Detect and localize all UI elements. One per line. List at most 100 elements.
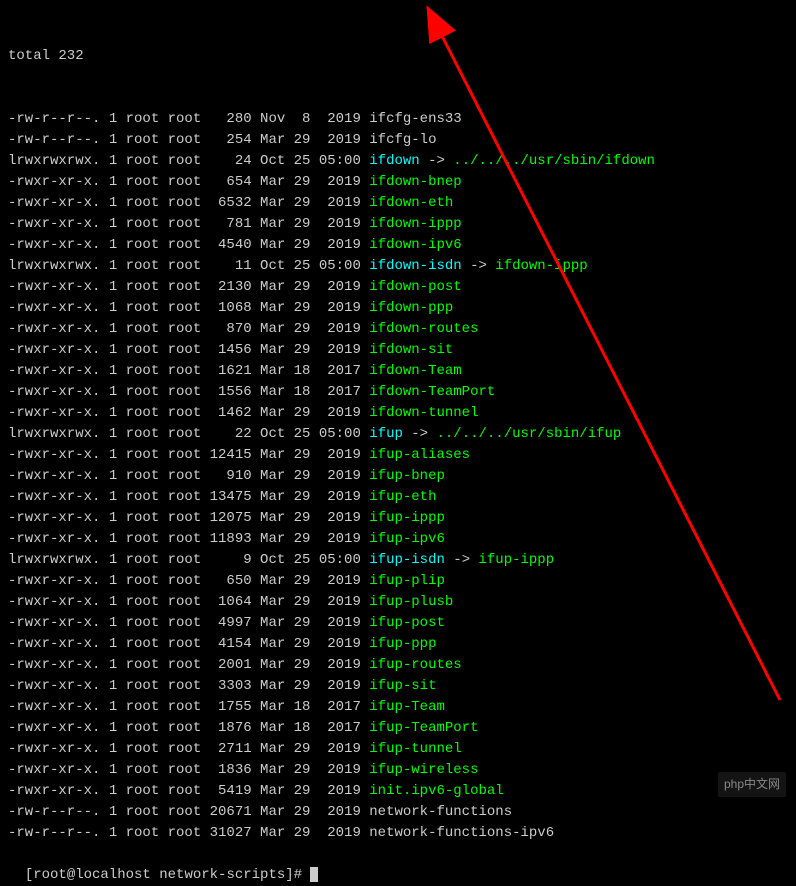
file-name: ifup-bnep [369,468,445,484]
file-meta: -rwxr-xr-x. 1 root root 1462 Mar 29 2019 [8,405,369,421]
file-row: -rwxr-xr-x. 1 root root 2711 Mar 29 2019… [8,739,788,760]
file-meta: -rwxr-xr-x. 1 root root 5419 Mar 29 2019 [8,783,369,799]
file-name: ifdown [369,153,419,169]
file-row: -rwxr-xr-x. 1 root root 1456 Mar 29 2019… [8,340,788,361]
file-row: -rwxr-xr-x. 1 root root 2130 Mar 29 2019… [8,277,788,298]
file-meta: -rw-r--r--. 1 root root 20671 Mar 29 201… [8,804,369,820]
file-row: -rw-r--r--. 1 root root 31027 Mar 29 201… [8,823,788,844]
file-row: -rwxr-xr-x. 1 root root 910 Mar 29 2019 … [8,466,788,487]
terminal-output[interactable]: total 232 -rw-r--r--. 1 root root 280 No… [8,4,788,886]
file-meta: -rwxr-xr-x. 1 root root 650 Mar 29 2019 [8,573,369,589]
file-row: -rwxr-xr-x. 1 root root 1755 Mar 18 2017… [8,697,788,718]
file-name: ifup-isdn [369,552,445,568]
symlink-arrow: -> [445,552,479,568]
file-meta: -rw-r--r--. 1 root root 254 Mar 29 2019 [8,132,369,148]
file-row: -rwxr-xr-x. 1 root root 1064 Mar 29 2019… [8,592,788,613]
file-meta: lrwxrwxrwx. 1 root root 22 Oct 25 05:00 [8,426,369,442]
file-name: ifup-ppp [369,636,436,652]
file-row: lrwxrwxrwx. 1 root root 24 Oct 25 05:00 … [8,151,788,172]
file-meta: -rw-r--r--. 1 root root 280 Nov 8 2019 [8,111,369,127]
file-name: ifdown-TeamPort [369,384,495,400]
file-name: ifdown-eth [369,195,453,211]
file-meta: -rwxr-xr-x. 1 root root 12415 Mar 29 201… [8,447,369,463]
file-row: -rwxr-xr-x. 1 root root 1556 Mar 18 2017… [8,382,788,403]
file-name: ifup-tunnel [369,741,461,757]
file-name: ifdown-ipv6 [369,237,461,253]
file-name: ifdown-routes [369,321,478,337]
symlink-target: ifup-ippp [479,552,555,568]
file-name: ifup-plusb [369,594,453,610]
file-name: ifup [369,426,403,442]
file-meta: -rwxr-xr-x. 1 root root 910 Mar 29 2019 [8,468,369,484]
watermark-label: php中文网 [718,772,786,797]
file-meta: lrwxrwxrwx. 1 root root 11 Oct 25 05:00 [8,258,369,274]
file-row: -rwxr-xr-x. 1 root root 4997 Mar 29 2019… [8,613,788,634]
file-row: -rwxr-xr-x. 1 root root 6532 Mar 29 2019… [8,193,788,214]
file-row: lrwxrwxrwx. 1 root root 11 Oct 25 05:00 … [8,256,788,277]
file-meta: -rwxr-xr-x. 1 root root 1556 Mar 18 2017 [8,384,369,400]
file-row: -rw-r--r--. 1 root root 254 Mar 29 2019 … [8,130,788,151]
file-row: -rwxr-xr-x. 1 root root 781 Mar 29 2019 … [8,214,788,235]
shell-prompt[interactable]: [root@localhost network-scripts]# [25,867,319,883]
file-meta: -rwxr-xr-x. 1 root root 1876 Mar 18 2017 [8,720,369,736]
symlink-arrow: -> [462,258,496,274]
file-meta: -rw-r--r--. 1 root root 31027 Mar 29 201… [8,825,369,841]
file-row: lrwxrwxrwx. 1 root root 9 Oct 25 05:00 i… [8,550,788,571]
file-row: -rwxr-xr-x. 1 root root 1621 Mar 18 2017… [8,361,788,382]
file-name: ifdown-tunnel [369,405,478,421]
file-name: ifdown-isdn [369,258,461,274]
file-name: ifdown-bnep [369,174,461,190]
file-row: -rwxr-xr-x. 1 root root 13475 Mar 29 201… [8,487,788,508]
file-name: init.ipv6-global [369,783,503,799]
file-meta: -rwxr-xr-x. 1 root root 4997 Mar 29 2019 [8,615,369,631]
symlink-arrow: -> [403,426,437,442]
file-meta: -rwxr-xr-x. 1 root root 2711 Mar 29 2019 [8,741,369,757]
file-meta: -rwxr-xr-x. 1 root root 6532 Mar 29 2019 [8,195,369,211]
symlink-arrow: -> [420,153,454,169]
file-name: ifup-TeamPort [369,720,478,736]
file-name: ifup-eth [369,489,436,505]
file-name: network-functions [369,804,512,820]
file-name: ifcfg-lo [369,132,436,148]
file-meta: lrwxrwxrwx. 1 root root 24 Oct 25 05:00 [8,153,369,169]
symlink-target: ../../../usr/sbin/ifdown [453,153,655,169]
file-meta: -rwxr-xr-x. 1 root root 654 Mar 29 2019 [8,174,369,190]
file-row: -rwxr-xr-x. 1 root root 870 Mar 29 2019 … [8,319,788,340]
file-name: network-functions-ipv6 [369,825,554,841]
cursor-icon [310,867,318,882]
file-name: ifup-routes [369,657,461,673]
file-name: ifup-Team [369,699,445,715]
file-name: ifup-plip [369,573,445,589]
file-row: -rwxr-xr-x. 1 root root 654 Mar 29 2019 … [8,172,788,193]
file-name: ifcfg-ens33 [369,111,461,127]
file-row: -rwxr-xr-x. 1 root root 650 Mar 29 2019 … [8,571,788,592]
file-meta: -rwxr-xr-x. 1 root root 1456 Mar 29 2019 [8,342,369,358]
file-name: ifdown-Team [369,363,461,379]
file-list: -rw-r--r--. 1 root root 280 Nov 8 2019 i… [8,109,788,844]
file-row: -rwxr-xr-x. 1 root root 11893 Mar 29 201… [8,529,788,550]
file-row: lrwxrwxrwx. 1 root root 22 Oct 25 05:00 … [8,424,788,445]
symlink-target: ifdown-ippp [495,258,587,274]
file-row: -rw-r--r--. 1 root root 280 Nov 8 2019 i… [8,109,788,130]
file-row: -rwxr-xr-x. 1 root root 1462 Mar 29 2019… [8,403,788,424]
file-row: -rwxr-xr-x. 1 root root 12415 Mar 29 201… [8,445,788,466]
total-line: total 232 [8,46,788,67]
file-name: ifdown-sit [369,342,453,358]
file-name: ifdown-ppp [369,300,453,316]
file-meta: -rwxr-xr-x. 1 root root 1068 Mar 29 2019 [8,300,369,316]
file-row: -rwxr-xr-x. 1 root root 12075 Mar 29 201… [8,508,788,529]
file-name: ifup-ippp [369,510,445,526]
file-meta: -rwxr-xr-x. 1 root root 3303 Mar 29 2019 [8,678,369,694]
file-meta: -rwxr-xr-x. 1 root root 1621 Mar 18 2017 [8,363,369,379]
file-meta: -rwxr-xr-x. 1 root root 1064 Mar 29 2019 [8,594,369,610]
file-name: ifup-aliases [369,447,470,463]
file-name: ifup-sit [369,678,436,694]
prompt-text: [root@localhost network-scripts]# [25,867,311,883]
file-meta: -rwxr-xr-x. 1 root root 13475 Mar 29 201… [8,489,369,505]
file-name: ifdown-ippp [369,216,461,232]
file-row: -rw-r--r--. 1 root root 20671 Mar 29 201… [8,802,788,823]
file-row: -rwxr-xr-x. 1 root root 1068 Mar 29 2019… [8,298,788,319]
file-row: -rwxr-xr-x. 1 root root 4154 Mar 29 2019… [8,634,788,655]
file-meta: -rwxr-xr-x. 1 root root 870 Mar 29 2019 [8,321,369,337]
file-meta: -rwxr-xr-x. 1 root root 781 Mar 29 2019 [8,216,369,232]
